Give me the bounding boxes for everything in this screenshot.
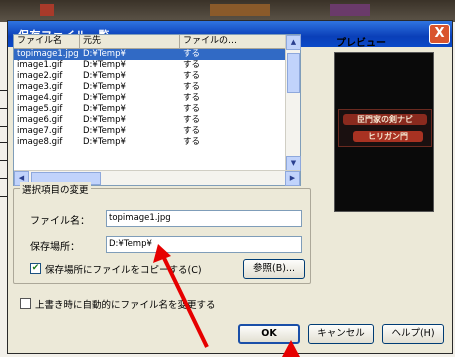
list-item[interactable]: image6.gif D:¥Temp¥ する (14, 115, 286, 126)
copy-to-location-checkbox[interactable]: ✔ (30, 263, 41, 274)
close-button[interactable]: X (429, 24, 450, 44)
auto-rename-checkbox[interactable] (20, 298, 31, 309)
list-item[interactable]: image3.gif D:¥Temp¥ する (14, 82, 286, 93)
close-icon: X (434, 26, 445, 41)
list-item-option: する (183, 82, 201, 92)
background-window-strip (0, 0, 455, 22)
vertical-scrollbar[interactable]: ▲ ▼ (285, 35, 301, 171)
list-item-option: する (183, 93, 201, 103)
list-item[interactable]: image1.gif D:¥Temp¥ する (14, 60, 286, 71)
list-item-destination: D:¥Temp¥ (83, 82, 126, 92)
preview-image-text-2: ヒリガン門 (353, 131, 423, 142)
background-decoration (330, 4, 370, 16)
list-item-filename: image5.gif (17, 104, 63, 114)
checkmark-icon: ✔ (31, 263, 40, 273)
preview-image-text-1: 臣門家の剣ナビ (343, 114, 427, 125)
list-item-option: する (183, 137, 201, 147)
background-decoration (40, 4, 54, 16)
list-item[interactable]: image4.gif D:¥Temp¥ する (14, 93, 286, 104)
preview-image: 臣門家の剣ナビ ヒリガン門 (338, 109, 432, 147)
list-item-option: する (183, 60, 201, 70)
preview-label: プレビュー (336, 38, 386, 49)
column-header-destination[interactable]: 元先 (80, 35, 180, 49)
location-input[interactable]: D:¥Temp¥ (106, 236, 302, 253)
list-item-destination: D:¥Temp¥ (83, 49, 126, 59)
vertical-scroll-thumb[interactable] (287, 53, 300, 93)
browse-button[interactable]: 参照(B)... (243, 259, 305, 279)
column-header-filename[interactable]: ファイル名 (14, 35, 80, 49)
list-item[interactable]: image7.gif D:¥Temp¥ する (14, 126, 286, 137)
list-header: ファイル名 元先 ファイルの… (14, 35, 286, 49)
list-item-filename: image3.gif (17, 82, 63, 92)
list-item-option: する (183, 49, 201, 59)
list-item-destination: D:¥Temp¥ (83, 71, 126, 81)
background-decoration (210, 4, 270, 16)
filename-label: ファイル名： (30, 216, 90, 227)
filename-input[interactable]: topimage1.jpg (106, 210, 302, 227)
list-item-destination: D:¥Temp¥ (83, 115, 126, 125)
list-item-destination: D:¥Temp¥ (83, 137, 126, 147)
copy-to-location-label: 保存場所にファイルをコピーする(C) (45, 265, 202, 276)
list-item[interactable]: image5.gif D:¥Temp¥ する (14, 104, 286, 115)
auto-rename-label: 上書き時に自動的にファイル名を変更する (35, 300, 216, 311)
list-item-option: する (183, 104, 201, 114)
help-button[interactable]: ヘルプ(H) (382, 324, 444, 344)
file-list-view[interactable]: ファイル名 元先 ファイルの… topimage1.jpg D:¥Temp¥ する i… (13, 34, 301, 186)
scroll-right-icon[interactable]: ▶ (285, 171, 300, 186)
list-item-option: する (183, 115, 201, 125)
list-item-destination: D:¥Temp¥ (83, 60, 126, 70)
list-item-filename: image6.gif (17, 115, 63, 125)
cancel-button[interactable]: キャンセル (308, 324, 374, 344)
list-item-destination: D:¥Temp¥ (83, 126, 126, 136)
column-header-file-option[interactable]: ファイルの… (180, 35, 286, 49)
preview-pane: 臣門家の剣ナビ ヒリガン門 (334, 52, 434, 212)
list-item[interactable]: topimage1.jpg D:¥Temp¥ する (14, 49, 286, 60)
list-item[interactable]: image8.gif D:¥Temp¥ する (14, 137, 286, 148)
location-label: 保存場所： (30, 242, 80, 253)
list-item-filename: image8.gif (17, 137, 63, 147)
group-title: 選択項目の変更 (20, 182, 91, 196)
list-item-option: する (183, 71, 201, 81)
scroll-up-icon[interactable]: ▲ (286, 35, 301, 50)
list-item-filename: image2.gif (17, 71, 63, 81)
list-item-filename: image1.gif (17, 60, 63, 70)
list-item-destination: D:¥Temp¥ (83, 104, 126, 114)
list-item-filename: image4.gif (17, 93, 63, 103)
list-item[interactable]: image2.gif D:¥Temp¥ する (14, 71, 286, 82)
list-item-destination: D:¥Temp¥ (83, 93, 126, 103)
list-item-option: する (183, 126, 201, 136)
list-rows: topimage1.jpg D:¥Temp¥ する image1.gif D:¥Temp… (14, 49, 286, 148)
ok-button[interactable]: OK (238, 324, 300, 344)
list-item-filename: image7.gif (17, 126, 63, 136)
list-item-filename: topimage1.jpg (17, 49, 79, 59)
scroll-down-icon[interactable]: ▼ (286, 156, 301, 171)
